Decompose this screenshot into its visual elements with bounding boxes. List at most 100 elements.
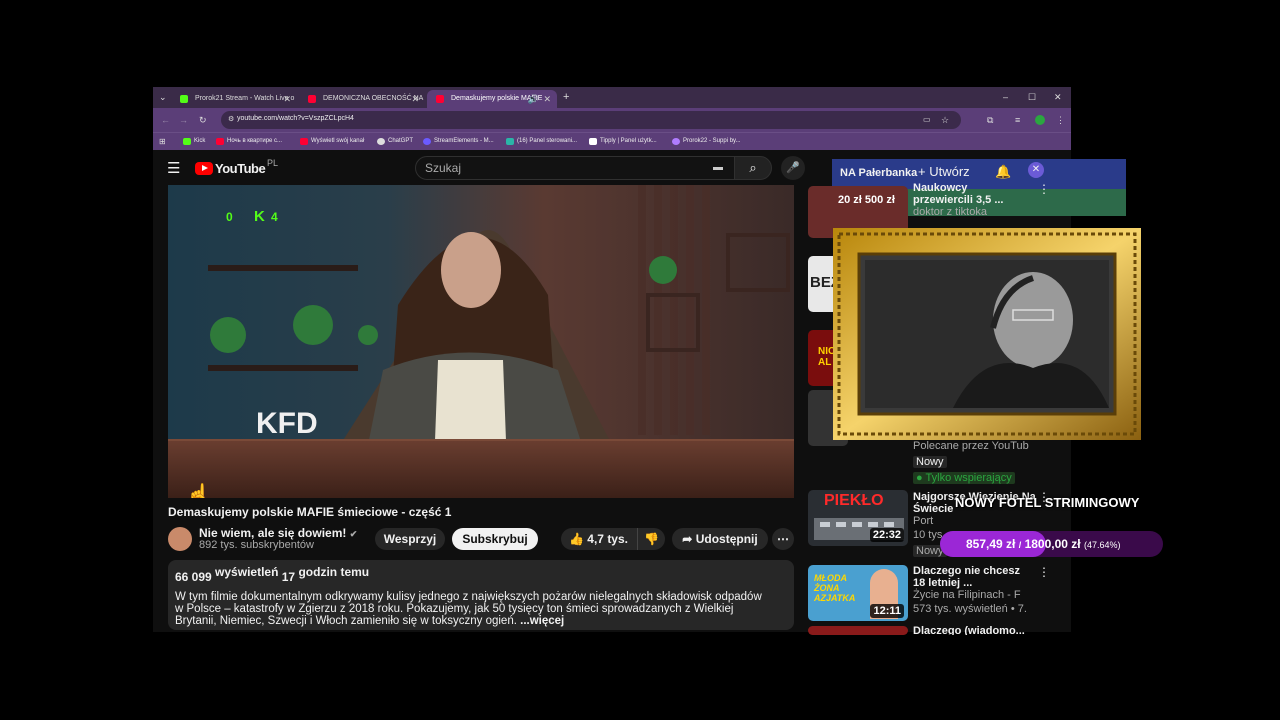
- search-input[interactable]: Szukaj ▬: [415, 156, 735, 180]
- recommendation-channel: Port: [913, 515, 934, 527]
- cast-icon[interactable]: ▭: [923, 114, 931, 126]
- channel-name[interactable]: Nie wiem, ale się dowiem! ✔: [199, 526, 357, 540]
- menu-icon[interactable]: ⋮: [1056, 114, 1065, 126]
- like-button[interactable]: 👍 4,7 tys.: [569, 528, 628, 550]
- apps-grid-icon[interactable]: ⊞: [159, 136, 166, 148]
- address-bar[interactable]: ⚙ youtube.com/watch?v=VszpZCLpcH4 ☆ ▭: [221, 111, 961, 129]
- bookmark-item[interactable]: Kick: [183, 133, 205, 150]
- view-count: 66 099: [175, 570, 212, 584]
- minimize-button[interactable]: –: [1003, 91, 1008, 103]
- like-count: 4,7 tys.: [587, 532, 628, 546]
- user-label: NA Pałerbanka: [840, 167, 918, 179]
- recommendation-thumbnail[interactable]: MŁODA ŻONA AZJATKA 12:11: [808, 565, 908, 621]
- more-options-icon[interactable]: ⋮: [1038, 565, 1050, 579]
- close-icon[interactable]: ✕: [283, 90, 291, 108]
- recommendation-views: 10 tys: [913, 529, 943, 541]
- tab-kick-stream[interactable]: Prorok21 Stream - Watch Live o ✕: [171, 90, 297, 108]
- channel-avatar[interactable]: [168, 527, 192, 551]
- panel-icon: [506, 138, 514, 145]
- bookmark-item[interactable]: Prorok22 - Suppi by...: [672, 133, 741, 150]
- recommendation-channel: Życie na Filipinach - F: [913, 589, 1021, 601]
- close-icon[interactable]: ✕: [543, 90, 551, 108]
- bookmark-item[interactable]: (16) Panel sterowani...: [506, 133, 577, 150]
- time-label: godzin temu: [298, 565, 370, 579]
- bookmark-star-icon[interactable]: ☆: [941, 114, 949, 126]
- cursor-hand-icon: ☝: [186, 484, 211, 498]
- description-box[interactable]: 66 099 wyświetleń 17 godzin temu W tym f…: [168, 560, 794, 630]
- create-button[interactable]: + Utwórz: [918, 164, 970, 179]
- members-label: Tylko wspierający: [925, 472, 1012, 484]
- share-button[interactable]: ➦ Udostępnij: [672, 528, 768, 550]
- extensions-icon[interactable]: ⧉: [987, 114, 993, 126]
- views-label: wyświetleń: [215, 565, 279, 579]
- site-info-icon[interactable]: ⚙: [228, 114, 234, 126]
- tab-demaskujemy-active[interactable]: Demaskujemy polskie MAFIE 🔊 ✕: [427, 90, 557, 108]
- tab-search-icon[interactable]: ⌄: [159, 91, 167, 103]
- more-link[interactable]: ...więcej: [520, 615, 564, 627]
- donation-text: 20 zł 500 zł: [838, 194, 895, 206]
- notifications-bell-icon[interactable]: 🔔: [995, 164, 1011, 180]
- streamelements-icon: [423, 138, 431, 145]
- more-options-icon[interactable]: ⋮: [1038, 182, 1050, 196]
- thumb-text: PIEKŁO: [824, 492, 884, 509]
- maximize-button[interactable]: ☐: [1028, 91, 1036, 103]
- bookmark-item[interactable]: Ночь в квартире с...: [216, 133, 282, 150]
- bookmark-label: Wyświetl swój kanał: [311, 138, 365, 144]
- hamburger-menu-icon[interactable]: ☰: [167, 159, 180, 177]
- video-player[interactable]: KFD K 4 0 ☝: [168, 185, 794, 498]
- bookmark-label: Kick: [194, 138, 206, 144]
- time-number: 17: [281, 570, 296, 584]
- chatgpt-icon: [377, 138, 385, 145]
- recommendation-channel: Polecane przez YouTub: [913, 440, 1029, 452]
- video-watermark: KFD: [256, 407, 318, 440]
- bookmark-item[interactable]: StreamElements - M...: [423, 133, 494, 150]
- goal-separator: /: [1018, 540, 1022, 550]
- recommendation-title[interactable]: Naukowcy przewiercili 3,5 ...: [913, 182, 1023, 206]
- recommendation-views: 573 tys. wyświetleń • 7.: [913, 603, 1027, 615]
- speaker-icon[interactable]: 🔊: [528, 90, 539, 108]
- keyboard-icon[interactable]: ▬: [713, 157, 723, 179]
- forward-icon[interactable]: →: [179, 114, 188, 126]
- bookmark-item[interactable]: ChatGPT: [377, 133, 413, 150]
- tab-title: DEMONICZNA OBECNOŚĆ NA: [323, 95, 424, 102]
- description-text: W tym filmie dokumentalnym odkrywamy kul…: [175, 591, 765, 627]
- recommendation-title[interactable]: Dlaczego nie chcesz 18 letniej ...: [913, 565, 1035, 589]
- recommendation-thumbnail[interactable]: [808, 626, 908, 635]
- bookmark-label: StreamElements - M...: [434, 138, 494, 144]
- bookmark-label: Ночь в квартире с...: [227, 138, 283, 144]
- tab-demoniczna[interactable]: DEMONICZNA OBECNOŚĆ NA ✕: [299, 90, 425, 108]
- url-text[interactable]: youtube.com/watch?v=VszpZCLpcH4: [237, 115, 354, 122]
- more-icon: ⋯: [777, 532, 789, 546]
- close-icon[interactable]: ✕: [411, 90, 419, 108]
- goal-target: 1800,00 zł: [1024, 537, 1081, 551]
- close-window-button[interactable]: ✕: [1054, 91, 1062, 103]
- bookmark-label: (16) Panel sterowani...: [517, 138, 578, 144]
- recommendation-title[interactable]: Dlaczego (wiadomo...: [913, 625, 1035, 635]
- media-icon[interactable]: ≡: [1015, 114, 1020, 126]
- description-body: W tym filmie dokumentalnym odkrywamy kul…: [175, 591, 762, 627]
- dislike-button[interactable]: 👎: [644, 528, 659, 550]
- profile-avatar[interactable]: [1035, 115, 1045, 125]
- more-actions-button[interactable]: ⋯: [772, 528, 794, 550]
- goal-percent: (47.64%): [1083, 540, 1121, 550]
- support-button[interactable]: Wesprzyj: [375, 528, 445, 550]
- account-avatar[interactable]: ✕: [1028, 162, 1044, 178]
- share-icon: ➦: [682, 532, 693, 546]
- bookmark-item[interactable]: Tipply | Panel użytk...: [589, 133, 657, 150]
- bookmark-item[interactable]: Wyświetl swój kanał: [300, 133, 364, 150]
- search-button[interactable]: ⌕: [734, 156, 772, 180]
- channel-name-text: Nie wiem, ale się dowiem!: [199, 526, 347, 540]
- left-counter: 0: [226, 210, 233, 224]
- recommendation-thumbnail[interactable]: PIEKŁO 22:32: [808, 490, 908, 546]
- members-icon: ●: [916, 472, 923, 484]
- back-icon[interactable]: ←: [161, 114, 170, 126]
- new-tab-button[interactable]: +: [563, 91, 569, 103]
- reload-icon[interactable]: ↻: [199, 114, 207, 126]
- voice-search-button[interactable]: 🎤: [781, 156, 805, 180]
- subscriber-count: 892 tys. subskrybentów: [199, 539, 314, 551]
- subscribe-button[interactable]: Subskrybuj: [452, 528, 538, 550]
- thumbs-down-icon: 👎: [644, 532, 659, 546]
- verified-icon: ✔: [349, 529, 358, 539]
- bookmark-label: ChatGPT: [388, 138, 414, 144]
- video-frame: KFD K 4 0: [168, 185, 794, 498]
